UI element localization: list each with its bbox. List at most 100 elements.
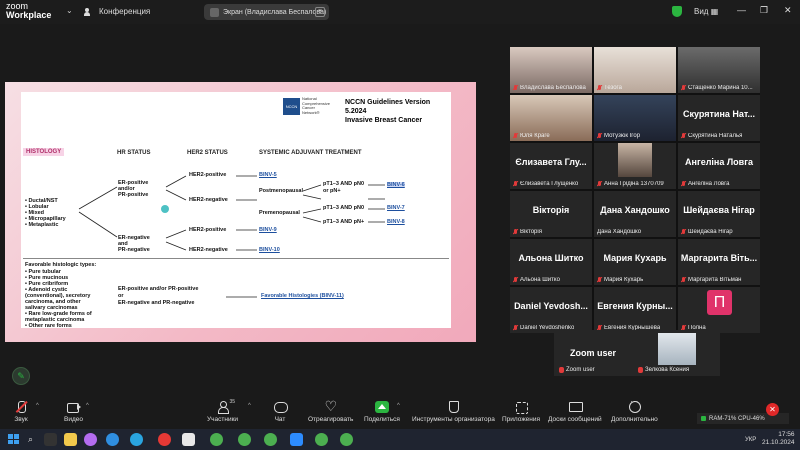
link-binv5[interactable]: BINV-5	[259, 172, 277, 178]
participant-big-name: Daniel Yevdosh...	[514, 301, 588, 311]
annotate-pencil-icon[interactable]: ✎	[12, 367, 30, 385]
chevron-up-icon[interactable]: ^	[397, 403, 400, 409]
apps-button[interactable]: Приложения	[502, 401, 540, 423]
chevron-down-icon[interactable]: ⌄	[66, 6, 73, 15]
participant-tile[interactable]: Єлизавета Глу... Єлизавета Глущенко	[510, 143, 592, 189]
participant-tile[interactable]: Daniel Yevdosh... Daniel Yevdoshenko	[510, 287, 592, 333]
windows-start-icon[interactable]	[8, 434, 19, 444]
avatar: П	[707, 290, 732, 315]
link-binv9[interactable]: BINV-9	[259, 227, 277, 233]
participant-tile-zoom-user[interactable]: Zoom user Zoom user Зелкова Ксения	[554, 330, 720, 376]
participant-tile[interactable]: Ангеліна Ловга Ангеліна Ловга	[678, 143, 760, 189]
name-text: Шейдаєва Нігар	[688, 229, 733, 235]
chevron-up-icon[interactable]: ^	[86, 403, 89, 409]
close-icon[interactable]: ×	[315, 7, 325, 17]
name-text: Стащенко Марина 10...	[688, 85, 753, 91]
participant-tile[interactable]: Скурятина Нат... Скурятина Наталья	[678, 95, 760, 141]
participant-name: Юля Краге	[513, 133, 550, 139]
language-indicator[interactable]: УКР	[745, 437, 756, 443]
end-meeting-button[interactable]: ✕	[766, 403, 779, 416]
more-button[interactable]: Дополнительно	[611, 397, 658, 423]
view-button[interactable]: Вид ▦	[694, 7, 718, 16]
app-icon[interactable]	[182, 433, 195, 446]
participant-name: Дана Хандошко	[597, 229, 641, 235]
file-explorer-icon[interactable]	[64, 433, 77, 446]
mute-button[interactable]: Звук	[14, 401, 28, 423]
participant-tile[interactable]: Тезога	[594, 47, 676, 93]
link-binv7[interactable]: BINV-7	[387, 205, 405, 211]
title-bar: zoom Workplace ⌄ Конференция Экран (Влад…	[0, 0, 800, 24]
participant-tile[interactable]: Дана Хандошко Дана Хандошко	[594, 191, 676, 237]
shared-screen[interactable]: NCCN National Comprehensive Cancer Netwo…	[5, 82, 476, 342]
name-text: Єлизавета Глущенко	[520, 181, 579, 187]
chevron-up-icon[interactable]: ^	[248, 403, 251, 409]
mic-muted-icon	[681, 181, 686, 187]
name-text: Мотузюк Ігор	[604, 133, 641, 139]
participant-tile[interactable]: Альона Шитко Альона Шитко	[510, 239, 592, 285]
link-binv6[interactable]: BINV-6	[387, 182, 405, 188]
task-view-icon[interactable]	[44, 433, 57, 446]
video-label: Видео	[64, 416, 83, 423]
participant-tile[interactable]: Мотузюк Ігор	[594, 95, 676, 141]
participant-tile-active-speaker[interactable]: Юля Краге	[510, 95, 592, 141]
participant-tile[interactable]: Маргарита Віть... Маргарита Вітьман	[678, 239, 760, 285]
opera-icon[interactable]	[158, 433, 171, 446]
participant-tile[interactable]: Мария Кухарь Мария Кухарь	[594, 239, 676, 285]
chevron-up-icon[interactable]: ^	[36, 403, 39, 409]
hr-neg-line3: PR-negative	[118, 247, 150, 253]
system-clock[interactable]: 17:56 21.10.2024	[762, 431, 795, 447]
participant-name: Владислава Беспалова	[513, 85, 586, 91]
link-favorable-histologies[interactable]: Favorable Histologies (BINV-11)	[261, 293, 344, 299]
camera-icon	[66, 401, 81, 413]
search-icon[interactable]: ⌕	[28, 434, 33, 445]
participant-name: Zoom user	[559, 367, 595, 373]
link-binv10[interactable]: BINV-10	[259, 247, 280, 253]
chat-button[interactable]: Чат	[273, 401, 288, 423]
chrome-icon[interactable]	[238, 433, 251, 446]
participant-tile[interactable]: Вікторія Вікторія	[510, 191, 592, 237]
screen-share-indicator[interactable]: Экран (Владислава Беспалова) ×	[204, 4, 329, 20]
edge-icon[interactable]	[106, 433, 119, 446]
telegram-icon[interactable]	[130, 433, 143, 446]
chrome-icon[interactable]	[340, 433, 353, 446]
minimize-button[interactable]: —	[737, 5, 746, 15]
share-button[interactable]: Поделиться	[364, 401, 400, 423]
host-tools-button[interactable]: Инструменты организатора	[412, 401, 495, 423]
whiteboards-button[interactable]: Доски сообщений	[548, 401, 602, 423]
zoom-taskbar-icon[interactable]	[290, 433, 303, 446]
participants-label: Участники	[207, 416, 239, 423]
name-text: Юля Краге	[520, 133, 550, 139]
clock-date: 21.10.2024	[762, 439, 795, 446]
participants-button[interactable]: 35 Участники	[207, 399, 239, 423]
pt-c: pT1–3 AND pN0	[323, 205, 365, 211]
participant-tile[interactable]: Евгения Курны... Евгения Курнышева	[594, 287, 676, 333]
mic-muted-icon	[597, 85, 602, 91]
name-text: Скурятина Наталья	[688, 133, 743, 139]
participant-tile[interactable]: Владислава Беспалова	[510, 47, 592, 93]
participant-tile[interactable]: П Полна	[678, 287, 760, 333]
participants-count: 35	[229, 399, 236, 405]
her2-positive-b: HER2-positive	[189, 227, 227, 233]
participant-big-name: Мария Кухарь	[603, 253, 667, 263]
mic-muted-icon	[513, 181, 518, 187]
participant-tile[interactable]: Анна Грідіна 1370709	[594, 143, 676, 189]
encryption-shield-icon[interactable]	[672, 6, 682, 17]
chrome-icon[interactable]	[315, 433, 328, 446]
host-tools-label: Инструменты организатора	[412, 416, 495, 423]
window-close-button[interactable]: ✕	[784, 5, 792, 16]
participant-tile[interactable]: Шейдаєва Нігар Шейдаєва Нігар	[678, 191, 760, 237]
conference-button[interactable]: Конференция	[84, 7, 150, 16]
react-button[interactable]: Отреагировать	[308, 398, 353, 423]
link-binv8[interactable]: BINV-8	[387, 219, 405, 225]
participant-tile[interactable]: Стащенко Марина 10...	[678, 47, 760, 93]
heart-icon	[324, 398, 338, 415]
name-text: Дана Хандошко	[597, 229, 642, 235]
chrome-icon[interactable]	[264, 433, 277, 446]
restore-button[interactable]: ❐	[760, 5, 768, 16]
copilot-icon[interactable]	[84, 433, 97, 446]
chat-icon	[273, 401, 288, 413]
chrome-icon[interactable]	[210, 433, 223, 446]
mic-muted-icon	[597, 133, 602, 139]
postmenopausal: Postmenopausal	[259, 188, 304, 194]
video-button[interactable]: Видео	[64, 401, 83, 423]
